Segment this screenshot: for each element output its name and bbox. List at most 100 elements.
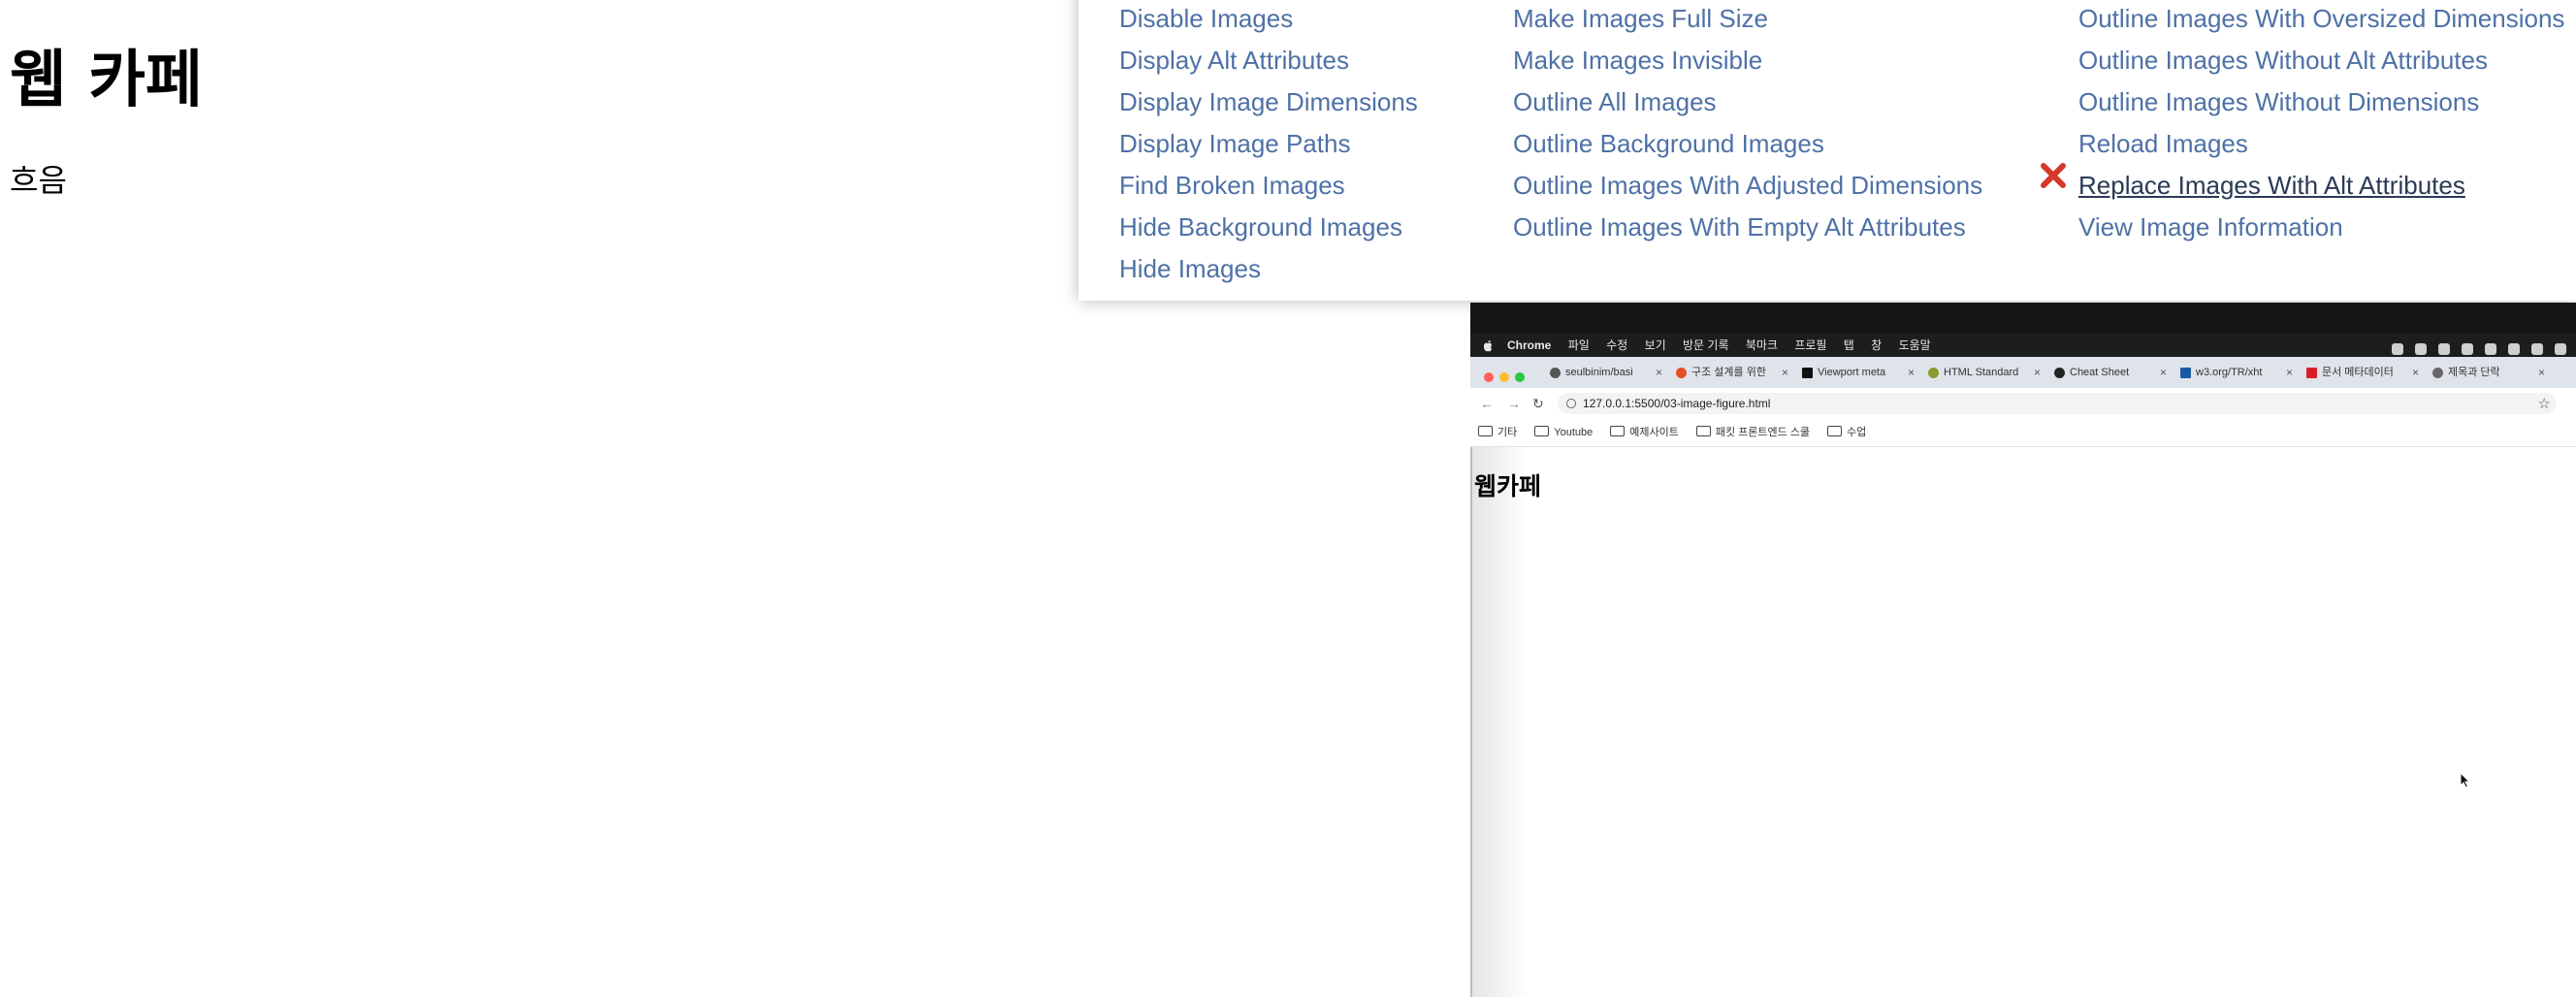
menu-item-outline-adjusted-dimensions[interactable]: Outline Images With Adjusted Dimensions: [1513, 165, 1982, 207]
tab-close-icon[interactable]: ×: [2160, 361, 2167, 384]
github-icon: [1550, 367, 1561, 378]
menubar-item-bookmarks[interactable]: 북마크: [1746, 338, 1778, 352]
html5-icon: [1676, 367, 1687, 378]
bookmark-list: 기타 Youtube 예제사이트 패킷 프론트엔드 스쿨 수업: [1478, 419, 1884, 446]
tab-item[interactable]: 구조 설계를 위한 ×: [1672, 361, 1792, 384]
bookmark-label: Youtube: [1554, 427, 1594, 438]
minimize-window-button[interactable]: [1499, 372, 1509, 382]
reload-icon[interactable]: ↻: [1532, 396, 1544, 411]
tab-title: 제목과 단락: [2448, 367, 2500, 379]
bookmark-folder[interactable]: Youtube: [1534, 419, 1593, 446]
menubar-items: Chrome 파일 수정 보기 방문 기록 북마크 프로필 탭 창 도움말: [1507, 334, 1945, 357]
tab-title: Cheat Sheet: [2070, 367, 2130, 379]
menu-item-hide-images[interactable]: Hide Images: [1119, 248, 1418, 290]
status-icon[interactable]: [2508, 343, 2520, 355]
menubar-status-icons: [2380, 339, 2566, 355]
status-icon[interactable]: [2462, 343, 2473, 355]
screenshot-page-heading: 웹카페: [1474, 472, 1542, 500]
mouse-cursor-icon: [2460, 772, 2471, 788]
menubar-item-file[interactable]: 파일: [1568, 338, 1590, 352]
tab-close-icon[interactable]: ×: [2286, 361, 2293, 384]
tab-close-icon[interactable]: ×: [2412, 361, 2419, 384]
status-icon[interactable]: [2415, 343, 2427, 355]
tab-close-icon[interactable]: ×: [2034, 361, 2041, 384]
status-icon[interactable]: [2392, 343, 2403, 355]
status-icon[interactable]: [2531, 343, 2543, 355]
tab-item[interactable]: Viewport meta ×: [1798, 361, 1918, 384]
tab-close-icon[interactable]: ×: [2538, 361, 2545, 384]
tab-item[interactable]: HTML Standard ×: [1924, 361, 2045, 384]
status-icon[interactable]: [2485, 343, 2496, 355]
menubar-item-tab[interactable]: 탭: [1844, 338, 1854, 352]
menu-item-outline-oversized-dimensions[interactable]: Outline Images With Oversized Dimensions: [2078, 0, 2564, 40]
zoom-window-button[interactable]: [1515, 372, 1525, 382]
w3c-icon: [2180, 367, 2191, 378]
folder-icon: [1695, 426, 1711, 436]
bookmark-label: 예제사이트: [1629, 427, 1679, 438]
tab-item[interactable]: seulbinim/basi ×: [1546, 361, 1666, 384]
window-controls: [1484, 368, 1530, 386]
mac-top-strip: [1470, 303, 2576, 334]
bookmark-star-icon[interactable]: ☆: [2538, 395, 2551, 412]
menubar-item-help[interactable]: 도움말: [1899, 338, 1931, 352]
tab-item[interactable]: Cheat Sheet ×: [2050, 361, 2171, 384]
menu-column-3: Outline Images With Oversized Dimensions…: [2078, 0, 2564, 248]
tab-close-icon[interactable]: ×: [1908, 361, 1915, 384]
mac-menubar: Chrome 파일 수정 보기 방문 기록 북마크 프로필 탭 창 도움말: [1470, 334, 2576, 357]
folder-icon: [1827, 426, 1843, 436]
menubar-item-history[interactable]: 방문 기록: [1683, 338, 1729, 352]
bookmark-label: 패킷 프론트엔드 스쿨: [1715, 427, 1811, 438]
menubar-item-window[interactable]: 창: [1871, 338, 1882, 352]
menu-item-make-images-full-size[interactable]: Make Images Full Size: [1513, 0, 1982, 40]
browser-toolbar: ← → ↻ 127.0.0.1:5500/03-image-figure.htm…: [1470, 388, 2576, 419]
folder-icon: [1610, 426, 1626, 436]
close-window-button[interactable]: [1484, 372, 1494, 382]
menubar-item-profile[interactable]: 프로필: [1794, 338, 1826, 352]
address-bar[interactable]: 127.0.0.1:5500/03-image-figure.html ☆: [1558, 393, 2557, 414]
menu-item-find-broken-images[interactable]: Find Broken Images: [1119, 165, 1418, 207]
menubar-item-edit[interactable]: 수정: [1606, 338, 1627, 352]
menu-item-make-images-invisible[interactable]: Make Images Invisible: [1513, 40, 1982, 81]
menu-column-2: Make Images Full Size Make Images Invisi…: [1513, 0, 1982, 248]
tab-item[interactable]: 제목과 단락 ×: [2429, 361, 2549, 384]
folder-icon: [1478, 426, 1493, 436]
tab-close-icon[interactable]: ×: [1782, 361, 1788, 384]
menu-item-outline-all-images[interactable]: Outline All Images: [1513, 81, 1982, 123]
menu-item-outline-without-alt[interactable]: Outline Images Without Alt Attributes: [2078, 40, 2564, 81]
status-icon[interactable]: [2438, 343, 2450, 355]
tab-close-icon[interactable]: ×: [1656, 361, 1662, 384]
tab-title: seulbinim/basi: [1565, 367, 1633, 379]
bookmark-folder[interactable]: 패킷 프론트엔드 스쿨: [1695, 419, 1811, 446]
menubar-app-name[interactable]: Chrome: [1507, 338, 1551, 352]
menu-item-outline-background-images[interactable]: Outline Background Images: [1513, 123, 1982, 165]
folder-icon: [1534, 426, 1550, 436]
page-title: 웹 카페: [10, 45, 203, 116]
tabs: seulbinim/basi × 구조 설계를 위한 × Viewport meta × H…: [1546, 361, 2555, 388]
menu-item-reload-images[interactable]: Reload Images: [2078, 123, 2564, 165]
back-arrow-icon[interactable]: ←: [1480, 396, 1494, 411]
bookmark-folder[interactable]: 예제사이트: [1610, 419, 1679, 446]
bookmark-folder[interactable]: 기타: [1478, 419, 1517, 446]
menubar-item-view[interactable]: 보기: [1645, 338, 1666, 352]
tab-item[interactable]: 문서 메타데이터 ×: [2302, 361, 2423, 384]
images-menu: Disable Images Display Alt Attributes Di…: [1079, 0, 2576, 301]
tab-item[interactable]: w3.org/TR/xht ×: [2176, 361, 2297, 384]
status-icon[interactable]: [2555, 343, 2566, 355]
mdn-icon: [1802, 367, 1813, 378]
menu-item-outline-empty-alt[interactable]: Outline Images With Empty Alt Attributes: [1513, 207, 1982, 248]
menu-item-replace-with-alt[interactable]: Replace Images With Alt Attributes: [2078, 165, 2564, 207]
menu-item-hide-background-images[interactable]: Hide Background Images: [1119, 207, 1418, 248]
menu-item-view-image-information[interactable]: View Image Information: [2078, 207, 2564, 248]
red-x-icon: [2041, 163, 2066, 188]
menu-item-display-image-paths[interactable]: Display Image Paths: [1119, 123, 1418, 165]
menu-item-display-alt-attributes[interactable]: Display Alt Attributes: [1119, 40, 1418, 81]
menu-item-disable-images[interactable]: Disable Images: [1119, 0, 1418, 40]
tab-bar: seulbinim/basi × 구조 설계를 위한 × Viewport meta × H…: [1470, 357, 2576, 388]
tab-title: Viewport meta: [1818, 367, 1886, 379]
forward-arrow-icon[interactable]: →: [1507, 396, 1521, 411]
menu-item-display-image-dimensions[interactable]: Display Image Dimensions: [1119, 81, 1418, 123]
site-info-icon[interactable]: [1566, 399, 1576, 408]
bookmark-folder[interactable]: 수업: [1827, 419, 1866, 446]
menu-item-outline-without-dimensions[interactable]: Outline Images Without Dimensions: [2078, 81, 2564, 123]
help-icon: [1928, 367, 1939, 378]
